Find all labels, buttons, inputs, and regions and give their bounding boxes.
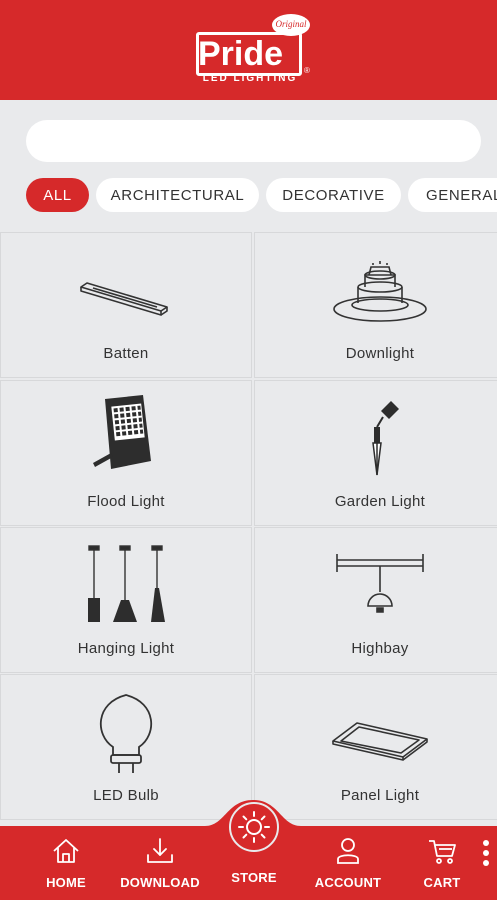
- nav-store-label: STORE: [231, 870, 277, 885]
- chip-decorative[interactable]: DECORATIVE: [266, 178, 401, 212]
- nav-account-label: ACCOUNT: [314, 875, 382, 890]
- category-label: Garden Light: [334, 493, 426, 510]
- search-input[interactable]: [26, 120, 481, 162]
- panel-light-icon: [332, 722, 428, 761]
- hanging-light-icon: [88, 545, 165, 622]
- product-category-grid: Batten Downlight Flood Light Garden Ligh…: [0, 232, 497, 832]
- nav-home[interactable]: HOME: [40, 836, 92, 892]
- nav-cart-label: CART: [423, 875, 461, 890]
- download-icon: [147, 838, 173, 863]
- category-card-batten[interactable]: Batten: [0, 232, 252, 378]
- downlight-icon: [333, 261, 427, 322]
- nav-download-label: DOWNLOAD: [120, 875, 200, 890]
- category-card-flood-light[interactable]: Flood Light: [0, 380, 252, 526]
- nav-account[interactable]: ACCOUNT: [310, 836, 386, 892]
- category-label: Hanging Light: [77, 640, 175, 657]
- category-card-highbay[interactable]: Highbay: [254, 527, 497, 673]
- more-options-icon[interactable]: [480, 838, 492, 868]
- chip-general[interactable]: GENERAL: [408, 178, 497, 212]
- batten-icon: [80, 282, 168, 316]
- home-icon: [53, 839, 79, 863]
- nav-home-label: HOME: [46, 875, 86, 890]
- category-label: Batten: [103, 345, 149, 362]
- bulb-icon: [238, 811, 270, 843]
- store-button[interactable]: [229, 802, 279, 852]
- chip-architectural[interactable]: ARCHITECTURAL: [96, 178, 259, 212]
- garden-light-icon: [372, 401, 399, 476]
- cart-icon: [429, 840, 456, 864]
- category-card-hanging-light[interactable]: Hanging Light: [0, 527, 252, 673]
- nav-download[interactable]: DOWNLOAD: [116, 836, 204, 892]
- flood-light-icon: [93, 395, 151, 469]
- category-label: Flood Light: [87, 493, 165, 510]
- app-header: Pride Original ® LED LIGHTING: [0, 0, 497, 100]
- category-label: Highbay: [351, 640, 409, 657]
- chip-all[interactable]: ALL: [26, 178, 89, 212]
- logo-badge-text: Original: [275, 19, 307, 29]
- highbay-icon: [336, 554, 424, 613]
- nav-cart[interactable]: CART: [418, 836, 466, 892]
- led-bulb-icon: [99, 694, 153, 773]
- category-label: Downlight: [345, 345, 415, 362]
- logo-tagline: LED LIGHTING: [202, 73, 298, 84]
- category-card-downlight[interactable]: Downlight: [254, 232, 497, 378]
- pride-logo[interactable]: Pride Original ® LED LIGHTING: [194, 12, 314, 88]
- category-filter-bar: ALL ARCHITECTURAL DECORATIVE GENERAL: [0, 178, 497, 214]
- nav-store[interactable]: STORE: [226, 870, 282, 900]
- category-card-garden-light[interactable]: Garden Light: [254, 380, 497, 526]
- logo-wordmark: Pride: [198, 35, 284, 73]
- user-icon: [337, 838, 359, 864]
